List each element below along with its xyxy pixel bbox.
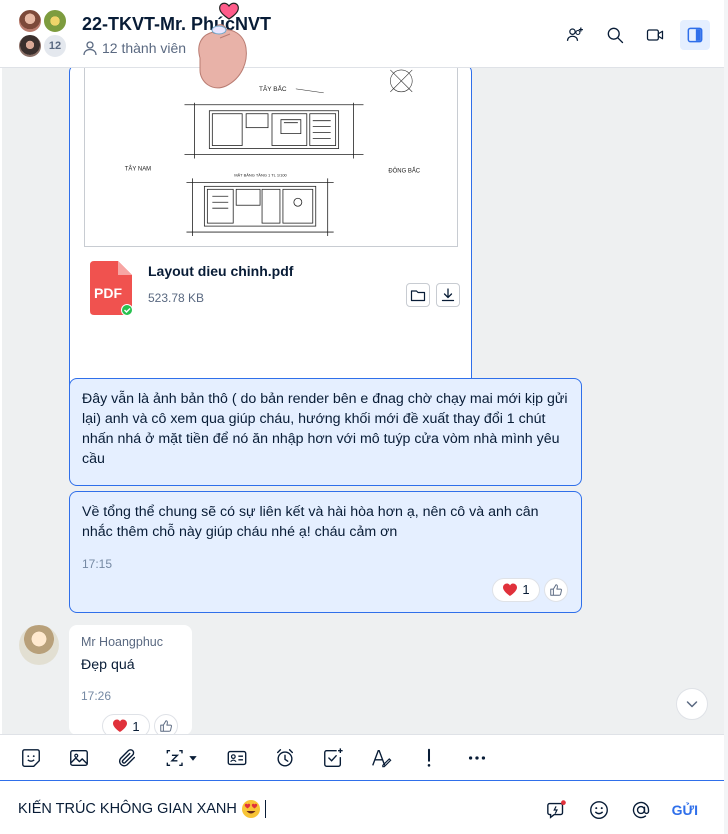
text-caret	[264, 800, 266, 818]
window-edge	[724, 0, 728, 834]
message-text: Về tổng thể chung sẽ có sự liên kết và h…	[82, 504, 539, 540]
preview-caption: MẶT BẰNG TẦNG 1 TL 1/100	[234, 172, 287, 177]
message-time: 17:26	[81, 689, 112, 703]
send-button[interactable]: GỬI	[672, 802, 698, 818]
heart-icon	[503, 583, 518, 596]
member-avatar	[18, 9, 42, 33]
image-icon[interactable]	[66, 745, 92, 771]
reaction-count: 1	[132, 718, 140, 734]
video-call-icon[interactable]	[640, 20, 670, 50]
thumbs-up-icon	[550, 584, 562, 596]
search-icon[interactable]	[600, 20, 630, 50]
composer-toolbar	[0, 734, 724, 780]
message-composer[interactable]: KIẾN TRÚC KHÔNG GIAN XANH GỬI	[0, 780, 724, 834]
emoji-icon[interactable]	[588, 799, 610, 821]
reminder-clock-icon[interactable]	[272, 745, 298, 771]
preview-label-left: TÂY NAM	[125, 165, 151, 172]
preview-label-top: TÂY BẮC	[259, 84, 287, 93]
heart-eyes-emoji-icon	[241, 800, 260, 818]
add-member-icon[interactable]	[560, 20, 590, 50]
contact-card-icon[interactable]	[224, 745, 250, 771]
like-button[interactable]	[154, 714, 178, 734]
like-button[interactable]	[544, 578, 568, 602]
user-icon	[83, 41, 97, 56]
preview-label-right: ĐÔNG BẮC	[388, 166, 420, 174]
group-avatar[interactable]: 12	[18, 9, 70, 61]
heart-hand-sticker	[198, 2, 247, 89]
chevron-down-icon	[686, 701, 698, 708]
reaction-summary[interactable]: 1	[102, 714, 150, 734]
chat-header: 12 22-TKVT-Mr. PhúcNVT 12 thành viên	[0, 0, 728, 68]
quick-message-icon[interactable]	[546, 799, 568, 821]
folder-icon	[410, 290, 426, 302]
urgent-mark-icon[interactable]	[416, 745, 442, 771]
member-avatar	[43, 9, 67, 33]
message-input-value: KIẾN TRÚC KHÔNG GIAN XANH	[18, 801, 237, 817]
panel-toggle-icon[interactable]	[680, 20, 710, 50]
download-icon	[441, 288, 455, 302]
attachment-icon[interactable]	[114, 745, 140, 771]
message-text: Đây vẫn là ảnh bản thô ( do bản render b…	[82, 391, 568, 467]
scroll-to-bottom-button[interactable]	[676, 688, 708, 720]
message-text: Đẹp quá	[81, 657, 135, 673]
message-bubble: Đây vẫn là ảnh bản thô ( do bản render b…	[69, 378, 582, 486]
file-size: 523.78 KB	[148, 291, 205, 305]
reaction-summary[interactable]: 1	[492, 578, 540, 602]
avatar[interactable]	[19, 625, 59, 665]
pdf-type-label: PDF	[94, 285, 122, 301]
message-input[interactable]: KIẾN TRÚC KHÔNG GIAN XANH	[18, 799, 266, 819]
member-extra-count: 12	[43, 34, 67, 58]
screenshot-menu-icon[interactable]	[162, 745, 202, 771]
file-preview-drawing[interactable]: TÂY BẮC TÂY NAM ĐÔNG BẮC MẶT BẰNG TẦNG 1…	[84, 68, 458, 247]
sticker-icon[interactable]	[18, 745, 44, 771]
sender-name[interactable]: Mr Hoangphuc	[81, 635, 180, 649]
more-options-icon[interactable]	[464, 745, 490, 771]
reaction-count: 1	[522, 582, 530, 597]
heart-icon	[113, 719, 128, 732]
member-count-label: 12 thành viên	[102, 40, 187, 56]
message-list[interactable]: TÂY BẮC TÂY NAM ĐÔNG BẮC MẶT BẰNG TẦNG 1…	[2, 68, 724, 734]
text-format-icon[interactable]	[368, 745, 394, 771]
message-time: 17:15	[82, 557, 113, 571]
member-avatar	[18, 34, 42, 58]
mention-icon[interactable]	[630, 799, 652, 821]
download-button[interactable]	[436, 283, 460, 307]
file-name[interactable]: Layout dieu chinh.pdf	[148, 263, 293, 279]
open-folder-button[interactable]	[406, 283, 430, 307]
pdf-file-icon: PDF	[90, 261, 133, 316]
task-assign-icon[interactable]	[320, 745, 346, 771]
message-bubble: Về tổng thể chung sẽ có sự liên kết và h…	[69, 491, 582, 613]
thumbs-up-icon	[160, 720, 172, 732]
member-count[interactable]: 12 thành viên	[82, 40, 186, 56]
